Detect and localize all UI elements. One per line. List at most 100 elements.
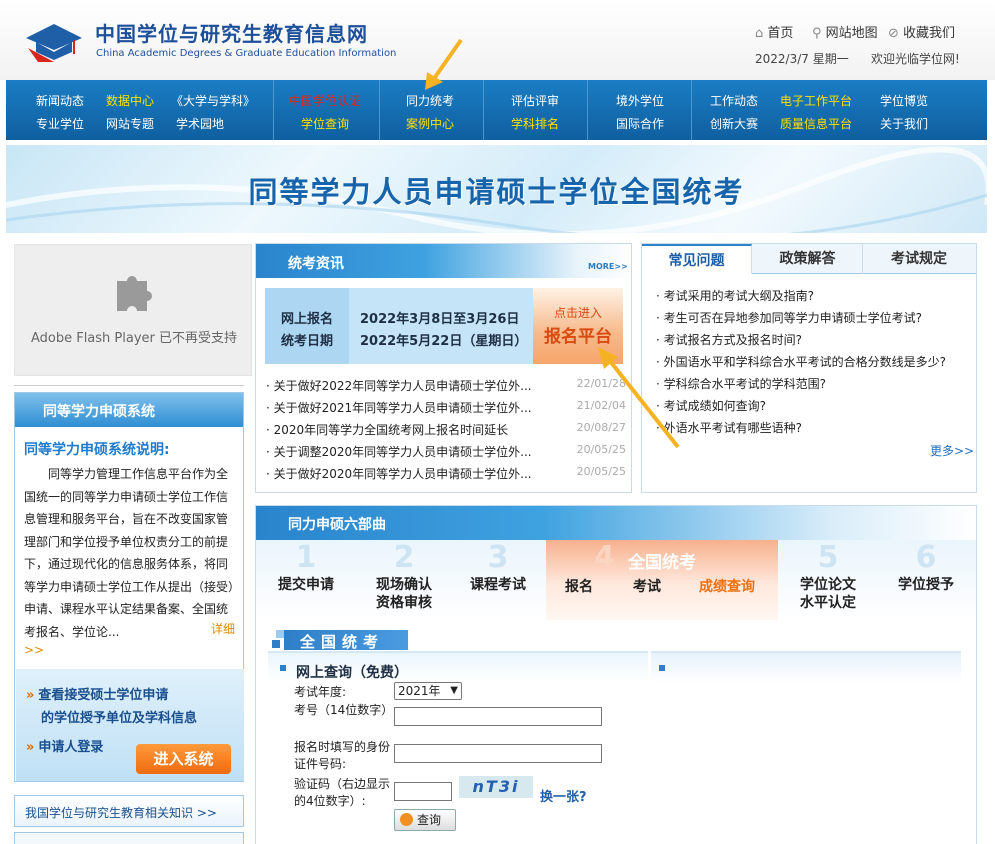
home-link-label: 首页 xyxy=(767,26,794,41)
faq-item[interactable]: · 考试报名方式及报名时间? xyxy=(656,331,802,348)
nav-overseas-degree[interactable]: 境外学位 xyxy=(616,92,664,109)
sitemap-link[interactable]: ⚲ 网站地图 xyxy=(812,22,878,41)
news-item[interactable]: · 关于做好2021年同等学力人员申请硕士学位外... 21/02/04 xyxy=(266,399,626,421)
registration-platform-button[interactable]: 点击进入 报名平台 xyxy=(533,288,623,364)
step-label: 现场确认 资格审核 xyxy=(356,576,452,612)
knowledge-link[interactable]: 我国学位与研究生教育相关知识 >> xyxy=(14,795,244,827)
faq-item[interactable]: · 外语水平考试有哪些语种? xyxy=(656,419,802,436)
faq-item[interactable]: · 考试成绩如何查询? xyxy=(656,397,766,414)
view-institutions-link[interactable]: » 查看接受硕士学位申请 xyxy=(26,684,168,703)
details-link[interactable]: 详细 xyxy=(211,620,235,637)
nav-academic[interactable]: 学术园地 xyxy=(176,115,224,132)
tab-faq[interactable]: 常见问题 xyxy=(642,244,752,274)
registration-button-hint: 点击进入 xyxy=(553,306,602,320)
id-card-input[interactable] xyxy=(394,744,602,763)
news-title: · 关于调整2020年同等学力人员申请硕士学位外... xyxy=(266,445,532,459)
nav-evaluation[interactable]: 评估评审 xyxy=(511,92,559,109)
nav-data-center[interactable]: 数据中心 xyxy=(106,92,154,109)
view-institutions-link-2[interactable]: 的学位授予单位及学科信息 xyxy=(41,707,197,726)
nav-quality-platform[interactable]: 质量信息平台 xyxy=(780,115,852,132)
step-3[interactable]: 3 课程考试 xyxy=(452,540,544,620)
details-arrow[interactable]: >> xyxy=(24,643,44,657)
registration-label: 网上报名 xyxy=(281,312,334,327)
step-5[interactable]: 5 学位论文 水平认定 xyxy=(778,540,878,620)
faq-item[interactable]: · 学科综合水平考试的学科范围? xyxy=(656,375,826,392)
nav-cases[interactable]: 案例中心 xyxy=(406,115,454,132)
section-title-text: 全国统考 xyxy=(300,633,385,651)
query-button[interactable]: 查询 xyxy=(394,809,456,831)
news-item[interactable]: · 关于调整2020年同等学力人员申请硕士学位外... 20/05/25 xyxy=(266,443,626,465)
applicant-login-label: 申请人登录 xyxy=(38,740,104,755)
nav-news[interactable]: 新闻动态 xyxy=(36,92,84,109)
home-icon: ⌂ xyxy=(755,26,764,41)
registration-labels: 网上报名 统考日期 xyxy=(265,288,349,364)
tab-policy[interactable]: 政策解答 xyxy=(753,244,863,274)
exam-id-input[interactable] xyxy=(394,707,602,726)
query-result-panel xyxy=(651,651,961,844)
chevron-down-icon: ▼ xyxy=(450,685,458,696)
nav-topics[interactable]: 网站专题 xyxy=(106,115,154,132)
step-number: 6 xyxy=(915,540,937,575)
step-2[interactable]: 2 现场确认 资格审核 xyxy=(356,540,452,620)
secondary-link-box[interactable] xyxy=(14,832,244,844)
nav-ranking[interactable]: 学科排名 xyxy=(511,115,559,132)
nav-innovation[interactable]: 创新大赛 xyxy=(710,115,758,132)
steps-bar: 1 提交申请 2 现场确认 资格审核 3 课程考试 4 全国统考 报名 考试 成绩查询 … xyxy=(256,540,976,620)
steps-header: 同力申硕六部曲 xyxy=(256,506,976,540)
step-label-line: 学位论文 xyxy=(800,577,856,593)
step-4-register[interactable]: 报名 xyxy=(565,576,593,596)
nav-about[interactable]: 关于我们 xyxy=(880,115,928,132)
nav-group-6: 工作动态 电子工作平台 学位博览 创新大赛 质量信息平台 关于我们 xyxy=(692,80,987,140)
step-label: 学位论文 水平认定 xyxy=(778,576,878,612)
enter-system-button[interactable]: 进入系统 xyxy=(136,744,231,774)
nav-group-4: 评估评审 学科排名 xyxy=(484,80,588,140)
faq-item[interactable]: · 外国语水平和学科综合水平考试的合格分数线是多少? xyxy=(656,353,946,370)
news-item[interactable]: · 关于做好2020年同等学力人员申请硕士学位外... 20/05/25 xyxy=(266,465,626,487)
bookmark-link[interactable]: ⊘ 收藏我们 xyxy=(888,22,955,41)
step-6[interactable]: 6 学位授予 xyxy=(878,540,974,620)
nav-international[interactable]: 国际合作 xyxy=(616,115,664,132)
site-title-en: China Academic Degrees & Graduate Educat… xyxy=(96,48,397,59)
main-nav: 新闻动态 数据中心 《大学与学科》 专业学位 网站专题 学术园地 中国学位认证 … xyxy=(6,80,987,140)
exam-news-panel: 统考资讯 MORE>> 网上报名 统考日期 2022年3月8日至3月26日 20… xyxy=(255,243,632,493)
step-4-score-query[interactable]: 成绩查询 xyxy=(699,576,755,596)
site-title[interactable]: 中国学位与研究生教育信息网 xyxy=(95,18,368,47)
step-1[interactable]: 1 提交申请 xyxy=(256,540,356,620)
news-title: · 关于做好2020年同等学力人员申请硕士学位外... xyxy=(266,467,532,481)
step-label: 提交申请 xyxy=(278,577,334,593)
news-item[interactable]: · 2020年同等学力全国统考网上报名时间延长 20/08/27 xyxy=(266,421,626,443)
faq-more-link[interactable]: 更多>> xyxy=(930,442,974,459)
applicant-login-link[interactable]: » 申请人登录 xyxy=(26,736,103,755)
faq-item[interactable]: · 考试采用的考试大纲及指南? xyxy=(656,287,814,304)
square-bullet-icon xyxy=(280,665,286,671)
faq-item[interactable]: · 考生可否在异地参加同等学力申请硕士学位考试? xyxy=(656,309,922,326)
nav-professional-degree[interactable]: 专业学位 xyxy=(36,115,84,132)
exam-year-select[interactable]: 2021年 ▼ xyxy=(394,682,462,700)
nav-equal-exam[interactable]: 同力统考 xyxy=(406,92,454,109)
tab-exam-rules[interactable]: 考试规定 xyxy=(864,244,974,274)
nav-degree-expo[interactable]: 学位博览 xyxy=(880,92,928,109)
flash-unsupported-text: Adobe Flash Player 已不再受支持 xyxy=(30,331,238,346)
nav-group-2: 中国学位认证 学位查询 xyxy=(274,80,380,140)
sitemap-link-label: 网站地图 xyxy=(825,26,878,41)
nav-group-3: 同力统考 案例中心 xyxy=(380,80,484,140)
nav-degree-certification[interactable]: 中国学位认证 xyxy=(289,92,361,109)
nav-degree-query[interactable]: 学位查询 xyxy=(301,115,349,132)
nav-e-platform[interactable]: 电子工作平台 xyxy=(780,92,852,109)
news-more-link[interactable]: MORE>> xyxy=(588,262,628,271)
captcha-image: nT3i xyxy=(459,776,533,798)
refresh-captcha-link[interactable]: 换一张? xyxy=(540,786,587,805)
step-4-exam[interactable]: 考试 xyxy=(633,576,661,596)
flash-placeholder: Adobe Flash Player 已不再受支持 xyxy=(14,244,252,376)
step-4[interactable]: 4 全国统考 报名 考试 成绩查询 xyxy=(546,540,778,620)
news-item[interactable]: · 关于做好2022年同等学力人员申请硕士学位外... 22/01/28 xyxy=(266,377,626,399)
step-4-title: 全国统考 xyxy=(628,553,696,573)
captcha-input[interactable] xyxy=(394,782,452,801)
view-institutions-label: 查看接受硕士学位申请 xyxy=(38,688,169,703)
home-link[interactable]: ⌂ 首页 xyxy=(755,22,793,41)
square-deco-icon xyxy=(276,630,284,638)
step-number: 5 xyxy=(817,540,839,575)
paperclip-icon: ⊘ xyxy=(888,26,899,41)
nav-work-news[interactable]: 工作动态 xyxy=(710,92,758,109)
nav-university[interactable]: 《大学与学科》 xyxy=(171,92,255,109)
